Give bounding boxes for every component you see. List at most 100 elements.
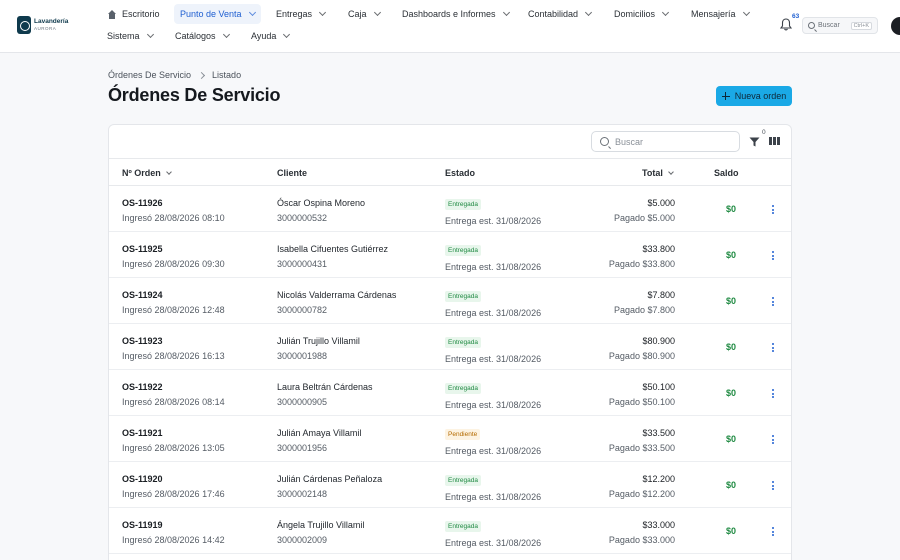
- header-saldo: Saldo: [714, 168, 739, 178]
- order-paid: Pagado $33.500: [608, 443, 675, 453]
- order-id[interactable]: OS-11925: [122, 244, 225, 254]
- nav-entregas[interactable]: Entregas: [270, 4, 331, 24]
- header-order[interactable]: Nº Orden: [122, 168, 172, 178]
- nav-label: Punto de Venta: [180, 9, 242, 19]
- nav-sistema[interactable]: Sistema: [101, 26, 159, 46]
- nav-dashboards[interactable]: Dashboards e Informes: [396, 4, 515, 24]
- client-name: Isabella Cifuentes Gutiérrez: [277, 244, 389, 254]
- nav-label: Dashboards e Informes: [402, 9, 496, 19]
- filter-count: 0: [762, 129, 766, 136]
- order-id[interactable]: OS-11922: [122, 382, 225, 392]
- order-id[interactable]: OS-11919: [122, 520, 225, 530]
- order-id[interactable]: OS-11921: [122, 428, 225, 438]
- table-row[interactable]: OS-11926 Ingresó 28/08/2026 08:10 Óscar …: [109, 186, 791, 232]
- order-id[interactable]: OS-11924: [122, 290, 225, 300]
- order-balance: $0: [726, 388, 737, 398]
- order-date: Ingresó 28/08/2026 09:30: [122, 259, 225, 269]
- more-options-icon[interactable]: [772, 297, 774, 306]
- new-order-button[interactable]: Nueva orden: [716, 86, 792, 106]
- nav-mensajeria[interactable]: Mensajería: [685, 4, 755, 24]
- status-badge: Entregada: [445, 291, 481, 302]
- table-row[interactable]: OS-11919 Ingresó 28/08/2026 14:42 Ángela…: [109, 508, 791, 554]
- table-header: Nº Orden Cliente Estado Total Saldo: [109, 158, 791, 186]
- status-badge: Entregada: [445, 199, 481, 210]
- order-total: $33.500: [642, 428, 675, 438]
- nav-escritorio[interactable]: Escritorio: [101, 4, 166, 24]
- status-badge: Entregada: [445, 337, 481, 348]
- nav-domicilios[interactable]: Domicilios: [608, 4, 674, 24]
- delivery-estimate: Entrega est. 31/08/2026: [445, 400, 542, 410]
- client-phone: 3000002009: [277, 535, 328, 545]
- nav-catalogos[interactable]: Catálogos: [169, 26, 235, 46]
- table-search-input[interactable]: Buscar: [591, 131, 740, 152]
- avatar[interactable]: [891, 17, 900, 35]
- order-balance: $0: [726, 342, 737, 352]
- client-name: Nicolás Valderrama Cárdenas: [277, 290, 397, 300]
- order-date: Ingresó 28/08/2026 13:05: [122, 443, 225, 453]
- nav-label: Entregas: [276, 9, 313, 19]
- chevron-down-icon: [742, 8, 750, 17]
- home-icon: [107, 9, 117, 19]
- order-paid: Pagado $33.800: [608, 259, 675, 269]
- table-row[interactable]: OS-11922 Ingresó 28/08/2026 08:14 Laura …: [109, 370, 791, 416]
- nav-caja[interactable]: Caja: [342, 4, 386, 24]
- more-options-icon[interactable]: [772, 435, 774, 444]
- status-badge: Entregada: [445, 245, 481, 256]
- chevron-down-icon: [222, 30, 230, 39]
- chevron-down-icon: [661, 8, 670, 17]
- nav-label: Mensajería: [691, 9, 736, 19]
- order-total: $12.200: [642, 474, 675, 484]
- columns-icon[interactable]: [769, 137, 780, 145]
- delivery-estimate: Entrega est. 31/08/2026: [445, 538, 542, 548]
- client-name: Julián Trujillo Villamil: [277, 336, 360, 346]
- client-phone: 3000000782: [277, 305, 328, 315]
- delivery-estimate: Entrega est. 31/08/2026: [445, 216, 542, 226]
- order-balance: $0: [726, 434, 737, 444]
- nav-label: Domicilios: [614, 9, 656, 19]
- client-name: Laura Beltrán Cárdenas: [277, 382, 373, 392]
- client-phone: 3000001988: [277, 351, 328, 361]
- header-total[interactable]: Total: [642, 168, 674, 178]
- table-row[interactable]: OS-11920 Ingresó 28/08/2026 17:46 Julián…: [109, 462, 791, 508]
- filter-icon[interactable]: [749, 136, 760, 147]
- table-row[interactable]: OS-11925 Ingresó 28/08/2026 09:30 Isabel…: [109, 232, 791, 278]
- breadcrumb-current: Listado: [212, 70, 242, 80]
- orders-card: Buscar 0 Nº Orden Cliente Estado Total S…: [108, 124, 792, 560]
- order-id[interactable]: OS-11926: [122, 198, 225, 208]
- search-icon: [808, 22, 815, 29]
- order-total: $50.100: [642, 382, 675, 392]
- delivery-estimate: Entrega est. 31/08/2026: [445, 492, 542, 502]
- order-id[interactable]: OS-11923: [122, 336, 225, 346]
- nav-contabilidad[interactable]: Contabilidad: [522, 4, 597, 24]
- nav-ayuda[interactable]: Ayuda: [245, 26, 295, 46]
- more-options-icon[interactable]: [772, 527, 774, 536]
- status-badge: Entregada: [445, 383, 481, 394]
- global-search-input[interactable]: Buscar Ctrl+K: [802, 17, 878, 34]
- table-row[interactable]: OS-11921 Ingresó 28/08/2026 13:05 Julián…: [109, 416, 791, 462]
- more-options-icon[interactable]: [772, 481, 774, 490]
- page-title: Órdenes De Servicio: [108, 85, 281, 105]
- more-options-icon[interactable]: [772, 251, 774, 260]
- more-options-icon[interactable]: [772, 205, 774, 214]
- app-logo[interactable]: Lavandería AURORA: [17, 16, 68, 34]
- order-balance: $0: [726, 250, 737, 260]
- breadcrumb: Órdenes De Servicio Listado: [108, 70, 241, 80]
- more-options-icon[interactable]: [772, 389, 774, 398]
- order-paid: Pagado $33.000: [608, 535, 675, 545]
- table-row[interactable]: OS-11924 Ingresó 28/08/2026 12:48 Nicolá…: [109, 278, 791, 324]
- breadcrumb-parent[interactable]: Órdenes De Servicio: [108, 70, 191, 80]
- chevron-down-icon: [283, 30, 291, 39]
- client-phone: 3000002148: [277, 489, 328, 499]
- delivery-estimate: Entrega est. 31/08/2026: [445, 308, 542, 318]
- table-row[interactable]: OS-11923 Ingresó 28/08/2026 16:13 Julián…: [109, 324, 791, 370]
- chevron-down-icon: [165, 168, 172, 175]
- order-id[interactable]: OS-11920: [122, 474, 225, 484]
- chevron-down-icon: [585, 8, 593, 17]
- chevron-down-icon: [248, 8, 256, 17]
- nav-label: Contabilidad: [528, 9, 579, 19]
- header-state: Estado: [445, 168, 476, 178]
- bell-icon[interactable]: [779, 18, 793, 31]
- order-date: Ingresó 28/08/2026 14:42: [122, 535, 225, 545]
- nav-punto-de-venta[interactable]: Punto de Venta: [174, 4, 261, 24]
- more-options-icon[interactable]: [772, 343, 774, 352]
